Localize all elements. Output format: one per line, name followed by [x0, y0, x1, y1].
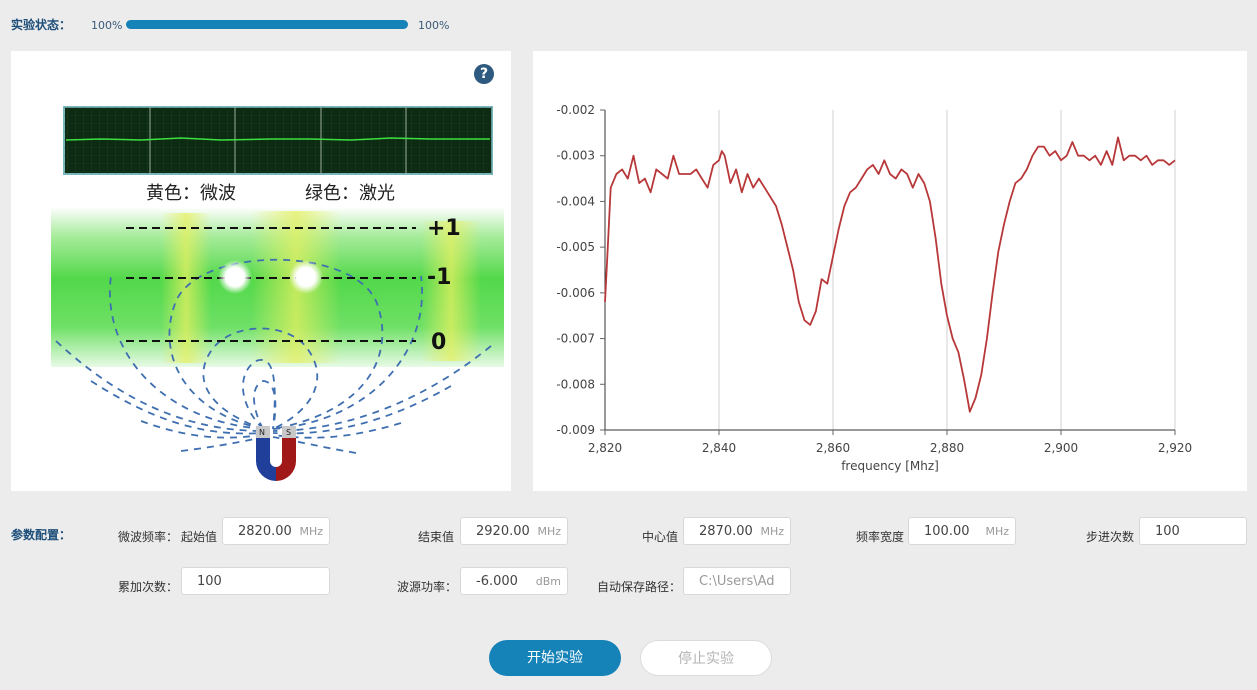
center-freq-label: 中心值: [642, 530, 679, 544]
accum-value: 100: [197, 574, 222, 589]
progress-bar: [126, 20, 408, 29]
steps-field[interactable]: 100: [1139, 517, 1247, 545]
start-freq-value: 2820.00: [238, 524, 292, 539]
y-tick-label: -0.004: [556, 194, 595, 208]
series-line: [604, 136, 1176, 413]
legend-green-laser: 绿色：激光: [305, 183, 395, 204]
end-freq-label: 结束值: [418, 530, 455, 544]
power-field[interactable]: -6.000 dBm: [460, 567, 568, 595]
stop-experiment-button[interactable]: 停止实验: [640, 640, 772, 676]
power-unit: dBm: [535, 575, 561, 588]
center-freq-unit: MHz: [760, 525, 784, 538]
odmr-line-chart: 2,820 2,840 2,860 2,880 2,900 2,920 -0.002 -0.0…: [556, 103, 1192, 473]
x-tick-label: 2,840: [702, 441, 736, 455]
steps-label: 步进次数: [1086, 530, 1135, 544]
end-freq-unit: MHz: [537, 525, 561, 538]
x-tick-label: 2,820: [588, 441, 622, 455]
path-label: 自动保存路径：: [597, 580, 682, 594]
bandwidth-label: 频率宽度: [856, 530, 905, 544]
power-value: -6.000: [476, 574, 518, 589]
center-freq-field[interactable]: 2870.00 MHz: [683, 517, 791, 545]
start-freq-label: 起始值: [181, 530, 218, 544]
level-label-plus1: +1: [427, 216, 461, 241]
start-experiment-button[interactable]: 开始实验: [489, 640, 621, 676]
odmr-diagram: 黄色：微波 绿色：激光 +1 -1 0 N S: [51, 106, 504, 481]
y-tick-label: -0.005: [556, 240, 595, 254]
start-freq-unit: MHz: [299, 525, 323, 538]
accum-label: 累加次数：: [118, 580, 179, 594]
level-label-zero: 0: [431, 330, 446, 355]
bandwidth-unit: MHz: [985, 525, 1009, 538]
path-value: C:\Users\Ad: [699, 574, 775, 589]
y-tick-label: -0.002: [556, 103, 595, 117]
y-tick-label: -0.006: [556, 286, 595, 300]
path-field[interactable]: C:\Users\Ad: [683, 567, 791, 595]
progress-left-text: 100%: [91, 19, 123, 32]
start-freq-field[interactable]: 2820.00 MHz: [222, 517, 330, 545]
magnet-icon: N S: [256, 426, 296, 481]
end-freq-field[interactable]: 2920.00 MHz: [460, 517, 568, 545]
progress-right-text: 100%: [418, 19, 450, 32]
y-tick-label: -0.009: [556, 423, 595, 437]
level-label-minus1: -1: [427, 265, 451, 290]
steps-value: 100: [1155, 524, 1180, 539]
y-tick-label: -0.008: [556, 377, 595, 391]
progress-fill: [126, 20, 408, 29]
y-tick-label: -0.003: [556, 149, 595, 163]
end-freq-value: 2920.00: [476, 524, 530, 539]
mw-freq-label: 微波频率：: [118, 530, 179, 544]
x-tick-label: 2,900: [1044, 441, 1078, 455]
magnet-s-label: S: [286, 428, 291, 437]
legend-yellow-microwave: 黄色：微波: [146, 183, 236, 204]
electron-spot: [289, 260, 323, 294]
power-label: 波源功率：: [397, 580, 458, 594]
status-label: 实验状态：: [11, 18, 72, 32]
config-section-label: 参数配置：: [11, 528, 72, 542]
bandwidth-field[interactable]: 100.00 MHz: [908, 517, 1016, 545]
bandwidth-value: 100.00: [924, 524, 970, 539]
x-tick-label: 2,880: [930, 441, 964, 455]
x-axis-label: frequency [Mhz]: [841, 459, 939, 473]
center-freq-value: 2870.00: [699, 524, 753, 539]
x-tick-label: 2,920: [1158, 441, 1192, 455]
oscilloscope: [63, 106, 493, 175]
x-tick-label: 2,860: [816, 441, 850, 455]
electron-spot: [218, 260, 252, 294]
magnet-n-label: N: [259, 428, 265, 437]
accum-field[interactable]: 100: [181, 567, 330, 595]
y-tick-label: -0.007: [556, 332, 595, 346]
